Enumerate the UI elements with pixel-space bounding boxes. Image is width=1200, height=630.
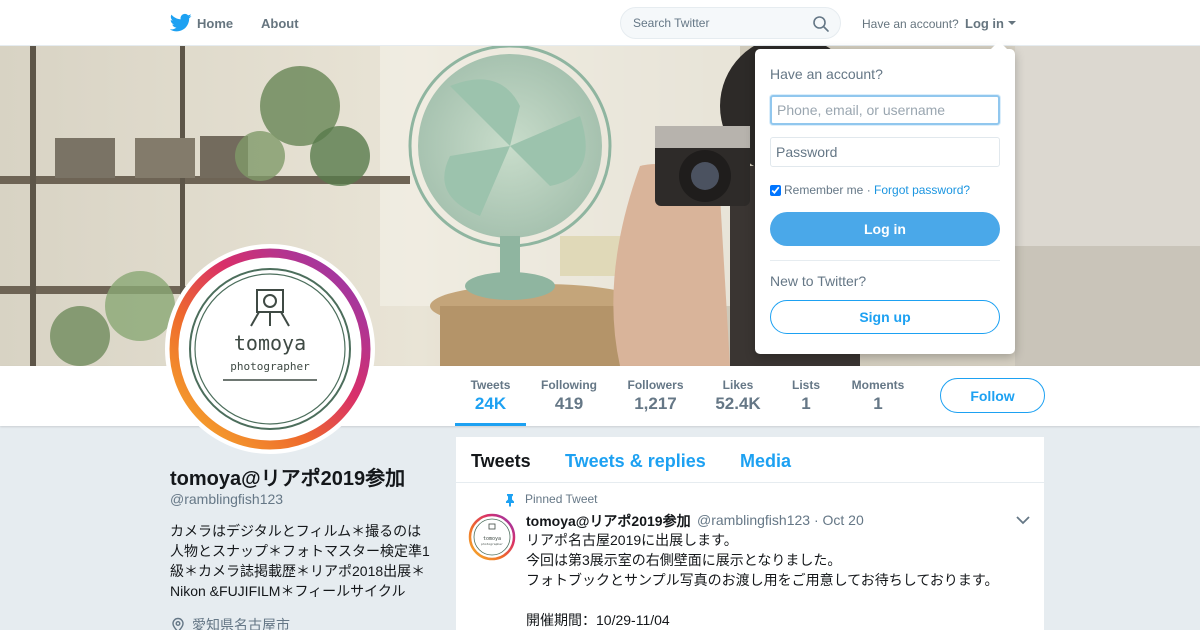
twitter-bird-icon[interactable] [170,13,192,33]
tweet-author-handle[interactable]: @ramblingfish123 [697,512,810,528]
location-pin-icon [172,617,184,630]
login-dropdown-title: Have an account? [770,66,883,82]
search-icon[interactable] [812,15,830,33]
stat-label: Tweets [470,378,511,392]
profile-handle[interactable]: @ramblingfish123 [170,491,283,507]
tweet-text: リアポ名古屋2019に出展します。 今回は第3展示室の右側壁面に展示となりました… [526,530,1026,630]
top-navigation-bar: Home About Have an account? Log in [0,0,1200,46]
timeline: Tweets Tweets & replies Media Pinned Twe… [456,437,1044,630]
stat-value: 1 [873,394,883,413]
remember-me-label[interactable]: Remember me [784,183,863,197]
avatar-subtext: photographer [230,360,310,373]
tweet-line [526,590,1026,610]
forgot-password-link[interactable]: Forgot password? [874,183,970,197]
nav-home-link[interactable]: Home [197,16,233,31]
tweet-line: リアポ名古屋2019に出展します。 [526,532,738,548]
tweet-date[interactable]: Oct 20 [823,512,864,528]
tab-media[interactable]: Media [740,451,791,472]
profile-avatar[interactable]: tomoya photographer [165,244,375,454]
stat-value: 419 [554,394,584,413]
timeline-tabs: Tweets Tweets & replies Media [456,437,1044,483]
profile-location: 愛知県名古屋市 [170,615,290,630]
remember-separator: · [866,183,871,197]
follow-button[interactable]: Follow [940,378,1045,413]
stat-likes[interactable]: Likes 52.4K [712,378,764,414]
profile-bio: カメラはデジタルとフィルム＊撮るのは人物とスナップ＊フォトマスター検定準1級＊カ… [170,523,430,599]
new-to-twitter-text: New to Twitter? [770,273,867,289]
stat-label: Likes [722,378,754,392]
tweet-avatar-subtext: photographer [481,542,503,546]
tweet-line: フォトブックとサンプル写真のお渡し用をご用意してお待ちしております。 [526,572,999,588]
stat-following[interactable]: Following 419 [541,378,597,414]
stat-label: Lists [791,378,820,392]
stat-moments[interactable]: Moments 1 [850,378,906,414]
stat-label: Followers [627,378,684,392]
login-menu-button[interactable]: Log in [965,16,1004,31]
password-input[interactable] [770,137,1000,167]
chevron-down-icon[interactable] [1016,515,1030,525]
stat-value: 1 [801,394,811,413]
tweet-line: 開催期間：10/29-11/04 [526,612,670,628]
stat-followers[interactable]: Followers 1,217 [627,378,684,414]
tweet-meta-separator: · [813,512,819,528]
profile-name[interactable]: tomoya@リアポ2019参加 [170,462,405,491]
tweet-avatar[interactable]: tomoya photographer [468,513,516,561]
pinned-tweet-label: Pinned Tweet [525,492,598,506]
tweet-meta: @ramblingfish123 · Oct 20 [697,512,864,528]
location-text: 愛知県名古屋市 [192,617,290,630]
tab-tweets-replies[interactable]: Tweets & replies [565,451,706,472]
login-dropdown: Have an account? Remember me · Forgot pa… [755,41,1015,354]
signup-button[interactable]: Sign up [770,300,1000,334]
stat-tweets[interactable]: Tweets 24K [470,378,511,414]
avatar-name-text: tomoya [234,331,306,355]
stat-label: Following [541,378,597,392]
pin-icon [506,494,514,507]
nav-about-link[interactable]: About [261,16,299,31]
remember-me-row: Remember me · Forgot password? [770,183,970,197]
have-account-text: Have an account? [862,17,959,31]
active-tab-underline [455,423,526,426]
stat-label: Moments [851,378,905,392]
tweet-author-name[interactable]: tomoya@リアポ2019参加 [526,511,691,531]
stat-lists[interactable]: Lists 1 [790,378,822,414]
stat-value: 1,217 [634,394,677,413]
stat-value: 52.4K [715,394,761,413]
remember-me-checkbox[interactable] [770,185,781,196]
username-input[interactable] [770,95,1000,125]
stat-value: 24K [474,394,507,413]
tweet-line: 今回は第3展示室の右側壁面に展示となりました。 [526,552,842,568]
caret-down-icon[interactable] [1008,21,1016,25]
search-box [620,7,841,39]
login-button[interactable]: Log in [770,212,1000,246]
divider [770,260,1000,261]
search-input[interactable] [633,15,808,31]
tab-tweets[interactable]: Tweets [471,451,531,472]
